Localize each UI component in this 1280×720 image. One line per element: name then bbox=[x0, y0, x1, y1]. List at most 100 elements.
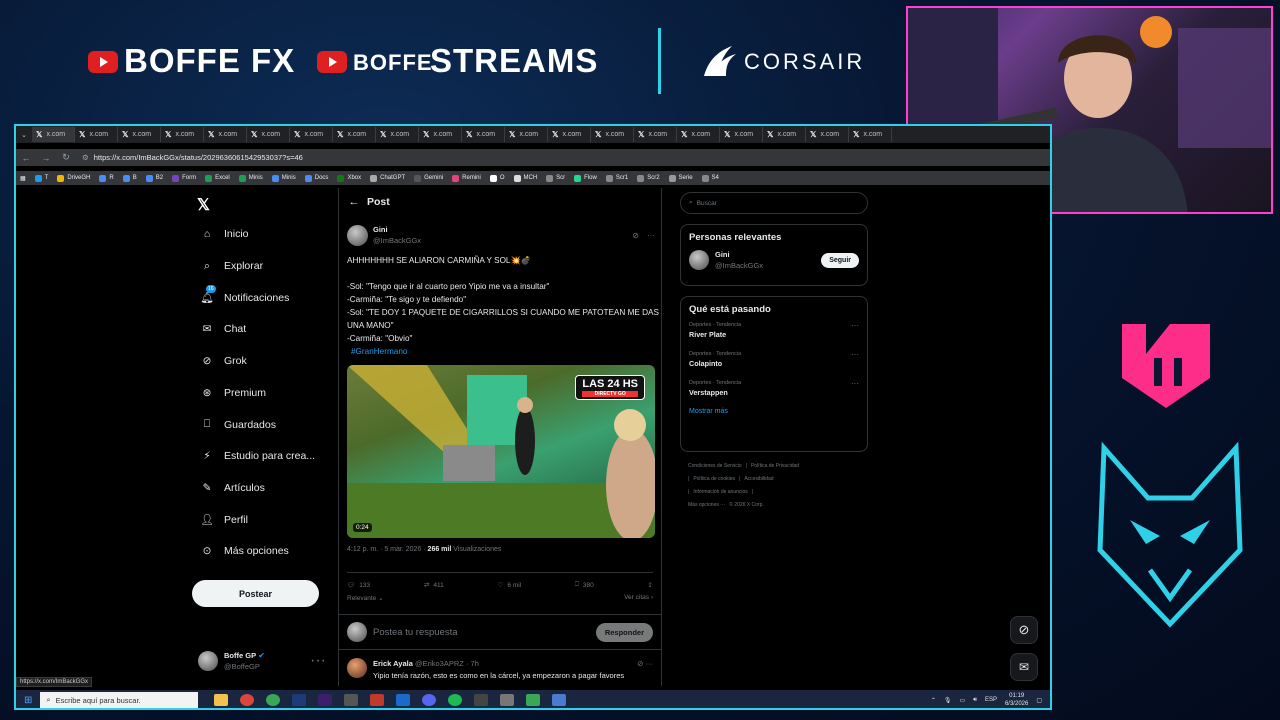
bookmark-item[interactable]: Docs bbox=[304, 174, 328, 182]
obs-icon[interactable] bbox=[240, 694, 255, 706]
browser-tab[interactable]: 𝕏x.com bbox=[247, 127, 290, 142]
browser-tab[interactable]: 𝕏x.com bbox=[849, 127, 892, 142]
hashtag-link[interactable]: #GranHermano bbox=[351, 347, 407, 356]
chevron-up-icon[interactable]: ⌃ bbox=[931, 697, 936, 704]
bookmark-item[interactable]: S4 bbox=[701, 174, 719, 182]
nav-item[interactable]: 👤︎ Perfil bbox=[198, 513, 248, 527]
taskbar-search[interactable]: ⌕ Escribe aquí para buscar. bbox=[40, 692, 199, 708]
premiere-icon[interactable] bbox=[318, 694, 333, 706]
reply-action[interactable]: 💬︎ 133 bbox=[347, 577, 370, 593]
messages-float-button[interactable]: ✉ bbox=[1010, 653, 1038, 681]
bookmark-item[interactable]: O bbox=[489, 174, 505, 182]
nav-item[interactable]: ⚡︎ Estudio para crea... bbox=[198, 450, 315, 462]
browser-tab[interactable]: 𝕏x.com bbox=[290, 127, 333, 142]
tweet-video[interactable]: LAS 24 HS DIRECTV GO 0:24 bbox=[347, 365, 655, 538]
bookmark-item[interactable]: B2 bbox=[145, 174, 163, 182]
reload-icon[interactable]: ↻ bbox=[56, 152, 76, 163]
browser-tab[interactable]: 𝕏x.com bbox=[376, 127, 419, 142]
footer-link[interactable]: Información de anuncios bbox=[693, 489, 747, 495]
bookmark-item[interactable]: Scr bbox=[546, 174, 565, 182]
share-action[interactable]: ⇪ bbox=[648, 577, 653, 593]
more-icon[interactable]: ··· bbox=[310, 652, 326, 670]
account-switcher[interactable]: Boffe GP ✔ @BoffeGP ··· bbox=[198, 650, 326, 672]
browser-tab[interactable]: 𝕏x.com bbox=[591, 127, 634, 142]
bookmark-item[interactable]: B bbox=[122, 174, 137, 182]
forward-icon[interactable]: → bbox=[36, 153, 56, 163]
app-icon[interactable] bbox=[500, 694, 515, 706]
bookmark-item[interactable]: ChatGPT bbox=[370, 174, 405, 182]
avatar[interactable] bbox=[347, 224, 368, 246]
bookmark-item[interactable]: Serie bbox=[668, 174, 693, 182]
bookmark-item[interactable]: Xbox bbox=[337, 174, 361, 182]
search-input[interactable]: ⌕ Buscar bbox=[680, 192, 868, 214]
sort-dropdown[interactable]: Relevante ⌄ bbox=[347, 594, 384, 602]
bookmark-item[interactable]: DriveGH bbox=[57, 174, 90, 182]
nav-item[interactable]: ✎ Artículos bbox=[198, 482, 265, 494]
windows-start-icon[interactable]: ⊞ bbox=[24, 695, 32, 706]
like-action[interactable]: ♡ 6 mil bbox=[498, 577, 522, 593]
footer-link[interactable]: Política de cookies bbox=[693, 476, 735, 482]
bookmark-item[interactable]: Form bbox=[172, 174, 196, 182]
browser-tab[interactable]: 𝕏x.com bbox=[161, 127, 204, 142]
browser-tab[interactable]: 𝕏x.com bbox=[763, 127, 806, 142]
reply-input[interactable]: Postea tu respuesta bbox=[373, 627, 596, 638]
spotify-icon[interactable] bbox=[448, 694, 463, 706]
grok-icon[interactable]: ⊘ bbox=[632, 231, 639, 240]
author-handle[interactable]: @ImBackGGx bbox=[373, 236, 421, 245]
footer-link[interactable]: Accesibilidad bbox=[744, 476, 773, 482]
bookmark-item[interactable]: Flow bbox=[574, 174, 597, 182]
avatar[interactable] bbox=[347, 658, 367, 678]
browser-tab[interactable]: 𝕏x.com bbox=[419, 127, 462, 142]
footer-link[interactable]: © 2026 X Corp. bbox=[729, 502, 764, 508]
browser-tab[interactable]: 𝕏x.com bbox=[505, 127, 548, 142]
steam-icon[interactable] bbox=[396, 694, 411, 706]
browser-tab[interactable]: 𝕏x.com bbox=[118, 127, 161, 142]
grok-float-button[interactable]: ⊘ bbox=[1010, 616, 1038, 644]
photoshop-icon[interactable] bbox=[292, 694, 307, 706]
tab-search-icon[interactable]: ⌄ bbox=[16, 131, 32, 139]
tweet-time[interactable]: 4:12 p. m. · 5 mar. 2026 · bbox=[347, 546, 428, 553]
author-name[interactable]: Gini bbox=[373, 225, 388, 234]
nav-item[interactable]: ✉ Chat bbox=[198, 323, 247, 335]
quotes-link[interactable]: Ver citas › bbox=[624, 594, 653, 602]
bookmark-item[interactable]: R bbox=[99, 174, 114, 182]
nav-item[interactable]: ⌂ Inicio bbox=[198, 228, 249, 240]
bookmark-item[interactable]: Scr2 bbox=[637, 174, 660, 182]
nav-item[interactable]: 🔔︎ 16 Notificaciones bbox=[198, 285, 289, 304]
volume-icon[interactable]: 🔊︎ bbox=[973, 697, 977, 704]
more-icon[interactable]: ··· bbox=[851, 321, 859, 340]
browser-tab[interactable]: 𝕏x.com bbox=[548, 127, 591, 142]
app-icon[interactable] bbox=[370, 694, 385, 706]
app-icon[interactable] bbox=[526, 694, 541, 706]
language-indicator[interactable]: ESP bbox=[985, 697, 997, 703]
post-button[interactable]: Postear bbox=[192, 580, 319, 607]
reply-author-name[interactable]: Erick Ayala bbox=[373, 659, 413, 668]
browser-tab[interactable]: 𝕏x.com bbox=[204, 127, 247, 142]
x-logo-icon[interactable]: 𝕏 bbox=[197, 195, 210, 215]
nav-item[interactable]: ⊙ Más opciones bbox=[198, 545, 289, 557]
browser-tab[interactable]: 𝕏x.com bbox=[333, 127, 376, 142]
browser-tab[interactable]: 𝕏x.com bbox=[634, 127, 677, 142]
relevant-person[interactable]: Gini @ImBackGGx Seguir bbox=[689, 249, 859, 271]
reply-tweet[interactable]: Erick Ayala @Eriko3APRZ · 7h ⊘ ··· Yipio… bbox=[347, 658, 653, 682]
relevant-handle[interactable]: @ImBackGGx bbox=[715, 261, 763, 270]
terminal-icon[interactable] bbox=[344, 694, 359, 706]
app-icon[interactable] bbox=[552, 694, 567, 706]
trend-item[interactable]: Deportes · Tendencia Verstappen ··· bbox=[689, 379, 859, 398]
url-field[interactable]: ⚙ https://x.com/ImBackGGx/status/2029636… bbox=[82, 153, 303, 162]
discord-icon[interactable] bbox=[422, 694, 437, 706]
back-icon[interactable]: ← bbox=[16, 153, 36, 163]
clock[interactable]: 01:19 6/3/2026 bbox=[1005, 692, 1028, 708]
nav-item[interactable]: ⌕ Explorar bbox=[198, 260, 263, 273]
bookmark-item[interactable]: Minis bbox=[238, 174, 263, 182]
nav-item[interactable]: ⊛ Premium bbox=[198, 387, 266, 399]
more-icon[interactable]: ··· bbox=[647, 231, 655, 240]
bookmark-action[interactable]: ⎕ 380 bbox=[575, 577, 594, 593]
bookmark-item[interactable]: Minis bbox=[271, 174, 296, 182]
app-icon[interactable] bbox=[474, 694, 489, 706]
repost-action[interactable]: ⇄ 411 bbox=[424, 577, 444, 593]
explorer-icon[interactable] bbox=[214, 694, 229, 706]
nav-item[interactable]: ⊘ Grok bbox=[198, 355, 247, 367]
avatar[interactable] bbox=[689, 250, 709, 270]
browser-tab[interactable]: 𝕏x.com bbox=[75, 127, 118, 142]
